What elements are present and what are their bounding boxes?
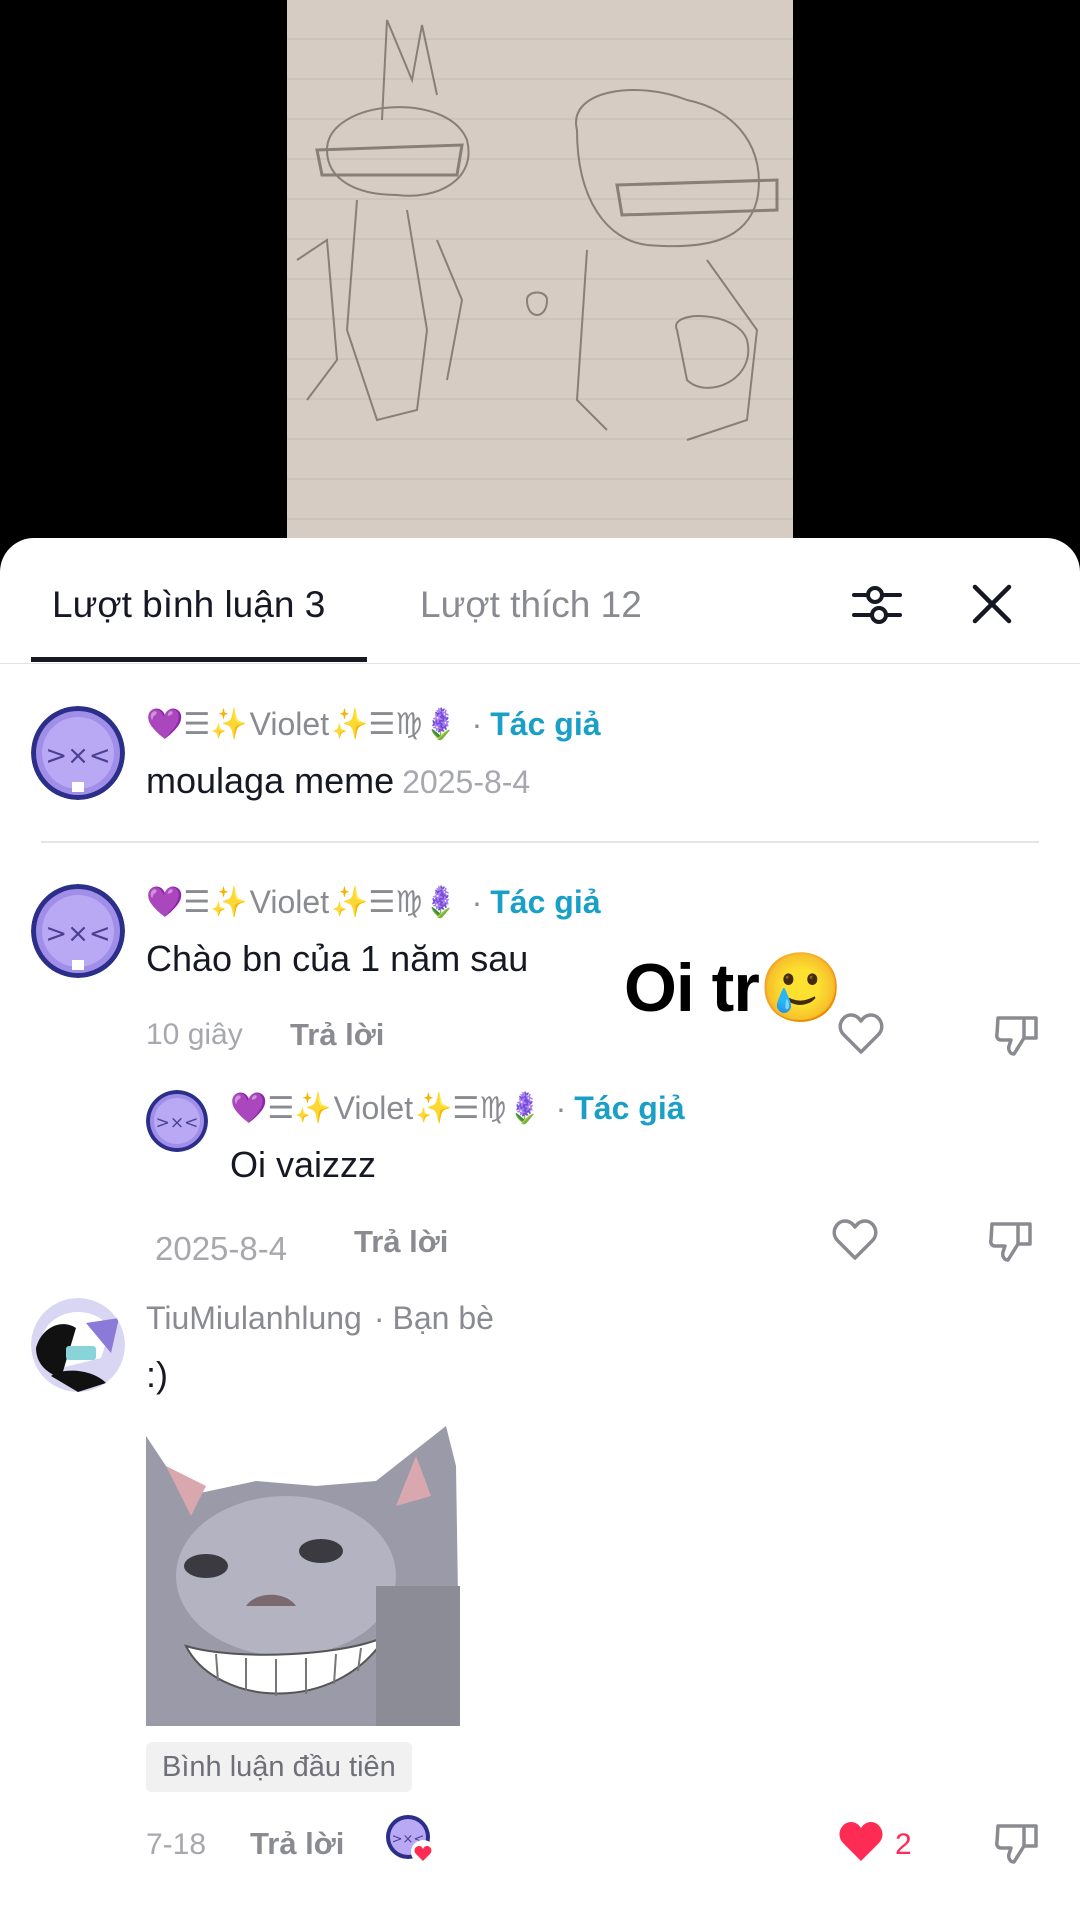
video-player[interactable] (0, 0, 1080, 560)
thumbs-down-icon[interactable] (994, 1012, 1040, 1058)
reply-date: 2025-8-4 (155, 1230, 288, 1267)
thumbs-down-icon[interactable] (988, 1218, 1034, 1264)
separator-dot: · (471, 706, 483, 742)
username-prefix: 💜☰✨ (146, 886, 248, 919)
liked-by-creator-avatar: >×< (386, 1815, 436, 1865)
author-tag: Tác giả (490, 884, 601, 920)
reply-username[interactable]: 💜☰✨ Violet ✨☰♍🪻 · Tác giả (230, 1090, 685, 1127)
video-frame-sketch (287, 0, 793, 540)
tab-comments[interactable]: Lượt bình luận 3 (52, 584, 325, 626)
avatar[interactable]: >×< (31, 706, 125, 800)
comment-date: 7-18 (146, 1828, 207, 1861)
avatar[interactable]: >×< (146, 1090, 208, 1152)
comment-username[interactable]: 💜☰✨ Violet ✨☰♍🪻 · Tác giả (146, 706, 601, 743)
username-prefix: 💜☰✨ (146, 708, 248, 741)
first-comment-badge: Bình luận đầu tiên (146, 1742, 412, 1792)
comment-username[interactable]: TiuMiulanhlung · Bạn bè (146, 1300, 494, 1337)
svg-text:>×<: >×< (45, 919, 110, 949)
separator-dot: · (471, 884, 483, 920)
svg-text:>×<: >×< (45, 741, 110, 771)
tab-likes[interactable]: Lượt thích 12 (420, 584, 642, 626)
comment-date: 2025-8-4 (402, 764, 531, 800)
separator-dot: · (373, 1300, 385, 1336)
separator-dot: · (555, 1090, 567, 1126)
author-tag: Tác giả (574, 1090, 685, 1126)
reply-body: Oi vaizzz (230, 1144, 377, 1185)
sketch-drawing (296, 19, 779, 441)
username-suffix: ✨☰♍🪻 (415, 1092, 544, 1125)
active-tab-indicator (31, 657, 367, 662)
thumbs-down-icon[interactable] (994, 1820, 1040, 1866)
username-name: Violet (249, 884, 330, 920)
comment-body: Chào bn của 1 năm sau (146, 938, 529, 979)
reply-button[interactable]: Trả lời (290, 1017, 384, 1053)
comment-time: 10 giây (146, 1018, 243, 1051)
sliders-icon[interactable] (850, 578, 904, 632)
comment-divider (41, 841, 1039, 843)
comment-body: :) (146, 1354, 168, 1395)
author-tag: Tác giả (490, 706, 601, 742)
overlay-text-sticker: Oi tr🥲 (624, 950, 843, 1026)
username-name: Violet (249, 706, 330, 742)
comments-sheet: Lượt bình luận 3 Lượt thích 12 >×< 💜☰✨ V… (0, 538, 1080, 1920)
tab-bar: Lượt bình luận 3 Lượt thích 12 (0, 538, 1080, 664)
username-name: TiuMiulanhlung (146, 1300, 362, 1336)
reply-button[interactable]: Trả lời (354, 1224, 448, 1260)
comment-username[interactable]: 💜☰✨ Violet ✨☰♍🪻 · Tác giả (146, 884, 601, 921)
friend-tag: Bạn bè (392, 1300, 494, 1336)
username-suffix: ✨☰♍🪻 (331, 708, 460, 741)
avatar[interactable] (31, 1298, 125, 1392)
reply-button[interactable]: Trả lời (250, 1826, 344, 1862)
close-icon[interactable] (966, 578, 1018, 630)
heart-outline-icon[interactable] (832, 1218, 878, 1262)
avatar[interactable]: >×< (31, 884, 125, 978)
username-suffix: ✨☰♍🪻 (331, 886, 460, 919)
comment-sticker-image[interactable] (146, 1426, 460, 1726)
heart-filled-icon[interactable] (838, 1820, 884, 1864)
comment-text: moulaga meme 2025-8-4 (146, 760, 530, 802)
svg-text:>×<: >×< (156, 1113, 199, 1133)
comment-body: moulaga meme (146, 760, 395, 801)
heart-outline-icon[interactable] (838, 1012, 884, 1056)
username-prefix: 💜☰✨ (230, 1092, 332, 1125)
username-name: Violet (333, 1090, 414, 1126)
like-count: 2 (895, 1828, 912, 1861)
